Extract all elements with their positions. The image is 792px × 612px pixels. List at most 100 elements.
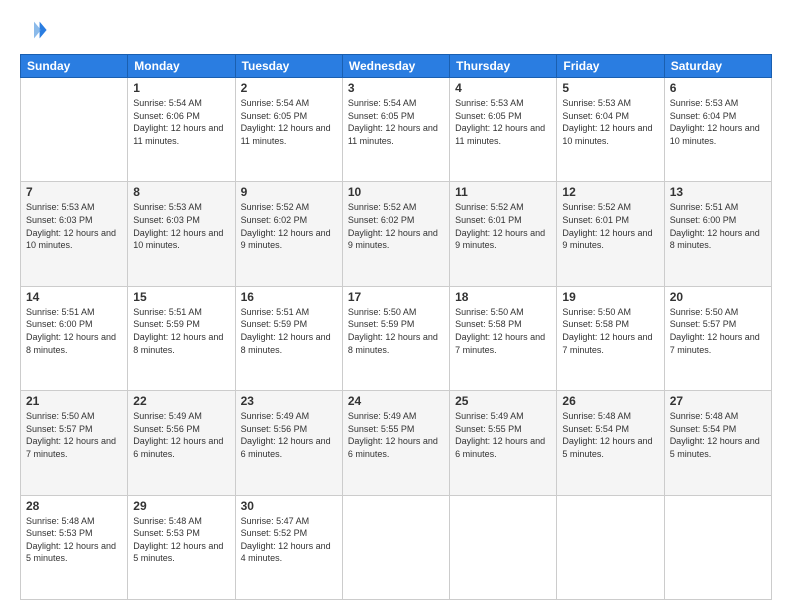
page: SundayMondayTuesdayWednesdayThursdayFrid…: [0, 0, 792, 612]
calendar-cell: [664, 495, 771, 599]
week-row-4: 21 Sunrise: 5:50 AMSunset: 5:57 PMDayligh…: [21, 391, 772, 495]
day-info: Sunrise: 5:48 AMSunset: 5:53 PMDaylight:…: [26, 515, 122, 565]
day-info: Sunrise: 5:53 AMSunset: 6:04 PMDaylight:…: [670, 97, 766, 147]
calendar-table: SundayMondayTuesdayWednesdayThursdayFrid…: [20, 54, 772, 600]
calendar-cell: 4 Sunrise: 5:53 AMSunset: 6:05 PMDaylight…: [450, 78, 557, 182]
day-info: Sunrise: 5:50 AMSunset: 5:57 PMDaylight:…: [26, 410, 122, 460]
day-number: 7: [26, 185, 122, 199]
calendar-cell: 27Sunrise: 5:48 AMSunset: 5:54 PMDayligh…: [664, 391, 771, 495]
day-info: Sunrise: 5:52 AMSunset: 6:02 PMDaylight:…: [348, 201, 444, 251]
calendar-cell: 3 Sunrise: 5:54 AMSunset: 6:05 PMDaylight…: [342, 78, 449, 182]
day-number: 20: [670, 290, 766, 304]
day-info: Sunrise: 5:54 AMSunset: 6:05 PMDaylight:…: [241, 97, 337, 147]
week-row-1: 1 Sunrise: 5:54 AMSunset: 6:06 PMDaylight…: [21, 78, 772, 182]
day-number: 28: [26, 499, 122, 513]
day-number: 3: [348, 81, 444, 95]
calendar-cell: 2Sunrise: 5:54 AMSunset: 6:05 PMDaylight…: [235, 78, 342, 182]
calendar-cell: [557, 495, 664, 599]
day-info: Sunrise: 5:53 AMSunset: 6:05 PMDaylight:…: [455, 97, 551, 147]
calendar-cell: [342, 495, 449, 599]
day-number: 17: [348, 290, 444, 304]
day-number: 14: [26, 290, 122, 304]
weekday-header-saturday: Saturday: [664, 55, 771, 78]
calendar-cell: 30Sunrise: 5:47 AMSunset: 5:52 PMDayligh…: [235, 495, 342, 599]
calendar-cell: 29Sunrise: 5:48 AMSunset: 5:53 PMDayligh…: [128, 495, 235, 599]
logo: [20, 16, 52, 44]
day-info: Sunrise: 5:49 AMSunset: 5:55 PMDaylight:…: [455, 410, 551, 460]
day-info: Sunrise: 5:51 AMSunset: 6:00 PMDaylight:…: [670, 201, 766, 251]
day-number: 10: [348, 185, 444, 199]
calendar-cell: 23 Sunrise: 5:49 AMSunset: 5:56 PMDayligh…: [235, 391, 342, 495]
day-number: 18: [455, 290, 551, 304]
weekday-header-wednesday: Wednesday: [342, 55, 449, 78]
day-info: Sunrise: 5:51 AMSunset: 5:59 PMDaylight:…: [133, 306, 229, 356]
day-info: Sunrise: 5:49 AMSunset: 5:56 PMDaylight:…: [241, 410, 337, 460]
calendar-cell: 17 Sunrise: 5:50 AMSunset: 5:59 PMDayligh…: [342, 286, 449, 390]
day-info: Sunrise: 5:51 AMSunset: 5:59 PMDaylight:…: [241, 306, 337, 356]
logo-icon: [20, 16, 48, 44]
day-number: 24: [348, 394, 444, 408]
day-number: 25: [455, 394, 551, 408]
day-number: 1: [133, 81, 229, 95]
calendar-cell: 13Sunrise: 5:51 AMSunset: 6:00 PMDayligh…: [664, 182, 771, 286]
calendar-cell: 18 Sunrise: 5:50 AMSunset: 5:58 PMDayligh…: [450, 286, 557, 390]
calendar-cell: 5Sunrise: 5:53 AMSunset: 6:04 PMDaylight…: [557, 78, 664, 182]
day-info: Sunrise: 5:47 AMSunset: 5:52 PMDaylight:…: [241, 515, 337, 565]
day-number: 15: [133, 290, 229, 304]
day-info: Sunrise: 5:52 AMSunset: 6:01 PMDaylight:…: [455, 201, 551, 251]
day-info: Sunrise: 5:52 AMSunset: 6:01 PMDaylight:…: [562, 201, 658, 251]
calendar-cell: 28 Sunrise: 5:48 AMSunset: 5:53 PMDayligh…: [21, 495, 128, 599]
day-number: 6: [670, 81, 766, 95]
day-info: Sunrise: 5:48 AMSunset: 5:54 PMDaylight:…: [562, 410, 658, 460]
day-info: Sunrise: 5:54 AMSunset: 6:06 PMDaylight:…: [133, 97, 229, 147]
weekday-header-monday: Monday: [128, 55, 235, 78]
calendar-cell: 15 Sunrise: 5:51 AMSunset: 5:59 PMDayligh…: [128, 286, 235, 390]
day-info: Sunrise: 5:48 AMSunset: 5:53 PMDaylight:…: [133, 515, 229, 565]
day-info: Sunrise: 5:54 AMSunset: 6:05 PMDaylight:…: [348, 97, 444, 147]
weekday-header-row: SundayMondayTuesdayWednesdayThursdayFrid…: [21, 55, 772, 78]
calendar-cell: 11 Sunrise: 5:52 AMSunset: 6:01 PMDayligh…: [450, 182, 557, 286]
day-number: 19: [562, 290, 658, 304]
calendar-cell: 24 Sunrise: 5:49 AMSunset: 5:55 PMDayligh…: [342, 391, 449, 495]
calendar-cell: 21 Sunrise: 5:50 AMSunset: 5:57 PMDayligh…: [21, 391, 128, 495]
calendar-cell: 26Sunrise: 5:48 AMSunset: 5:54 PMDayligh…: [557, 391, 664, 495]
calendar-cell: 14 Sunrise: 5:51 AMSunset: 6:00 PMDayligh…: [21, 286, 128, 390]
day-info: Sunrise: 5:50 AMSunset: 5:58 PMDaylight:…: [455, 306, 551, 356]
calendar-cell: 12 Sunrise: 5:52 AMSunset: 6:01 PMDayligh…: [557, 182, 664, 286]
day-info: Sunrise: 5:50 AMSunset: 5:59 PMDaylight:…: [348, 306, 444, 356]
weekday-header-sunday: Sunday: [21, 55, 128, 78]
day-number: 23: [241, 394, 337, 408]
calendar-cell: 6 Sunrise: 5:53 AMSunset: 6:04 PMDaylight…: [664, 78, 771, 182]
weekday-header-tuesday: Tuesday: [235, 55, 342, 78]
day-number: 5: [562, 81, 658, 95]
day-number: 16: [241, 290, 337, 304]
day-info: Sunrise: 5:53 AMSunset: 6:03 PMDaylight:…: [26, 201, 122, 251]
day-info: Sunrise: 5:50 AMSunset: 5:58 PMDaylight:…: [562, 306, 658, 356]
week-row-5: 28 Sunrise: 5:48 AMSunset: 5:53 PMDayligh…: [21, 495, 772, 599]
weekday-header-friday: Friday: [557, 55, 664, 78]
calendar-cell: 16 Sunrise: 5:51 AMSunset: 5:59 PMDayligh…: [235, 286, 342, 390]
calendar-cell: 8 Sunrise: 5:53 AMSunset: 6:03 PMDaylight…: [128, 182, 235, 286]
header: [20, 16, 772, 44]
day-info: Sunrise: 5:51 AMSunset: 6:00 PMDaylight:…: [26, 306, 122, 356]
week-row-3: 14 Sunrise: 5:51 AMSunset: 6:00 PMDayligh…: [21, 286, 772, 390]
week-row-2: 7 Sunrise: 5:53 AMSunset: 6:03 PMDaylight…: [21, 182, 772, 286]
day-info: Sunrise: 5:49 AMSunset: 5:55 PMDaylight:…: [348, 410, 444, 460]
calendar-cell: [450, 495, 557, 599]
day-info: Sunrise: 5:49 AMSunset: 5:56 PMDaylight:…: [133, 410, 229, 460]
calendar-cell: 20 Sunrise: 5:50 AMSunset: 5:57 PMDayligh…: [664, 286, 771, 390]
day-info: Sunrise: 5:52 AMSunset: 6:02 PMDaylight:…: [241, 201, 337, 251]
calendar-cell: 7 Sunrise: 5:53 AMSunset: 6:03 PMDaylight…: [21, 182, 128, 286]
calendar-cell: 10 Sunrise: 5:52 AMSunset: 6:02 PMDayligh…: [342, 182, 449, 286]
day-info: Sunrise: 5:50 AMSunset: 5:57 PMDaylight:…: [670, 306, 766, 356]
weekday-header-thursday: Thursday: [450, 55, 557, 78]
calendar-cell: 1 Sunrise: 5:54 AMSunset: 6:06 PMDaylight…: [128, 78, 235, 182]
calendar-cell: [21, 78, 128, 182]
day-number: 12: [562, 185, 658, 199]
day-info: Sunrise: 5:53 AMSunset: 6:03 PMDaylight:…: [133, 201, 229, 251]
day-number: 4: [455, 81, 551, 95]
calendar-cell: 25 Sunrise: 5:49 AMSunset: 5:55 PMDayligh…: [450, 391, 557, 495]
day-number: 11: [455, 185, 551, 199]
day-number: 8: [133, 185, 229, 199]
day-number: 21: [26, 394, 122, 408]
